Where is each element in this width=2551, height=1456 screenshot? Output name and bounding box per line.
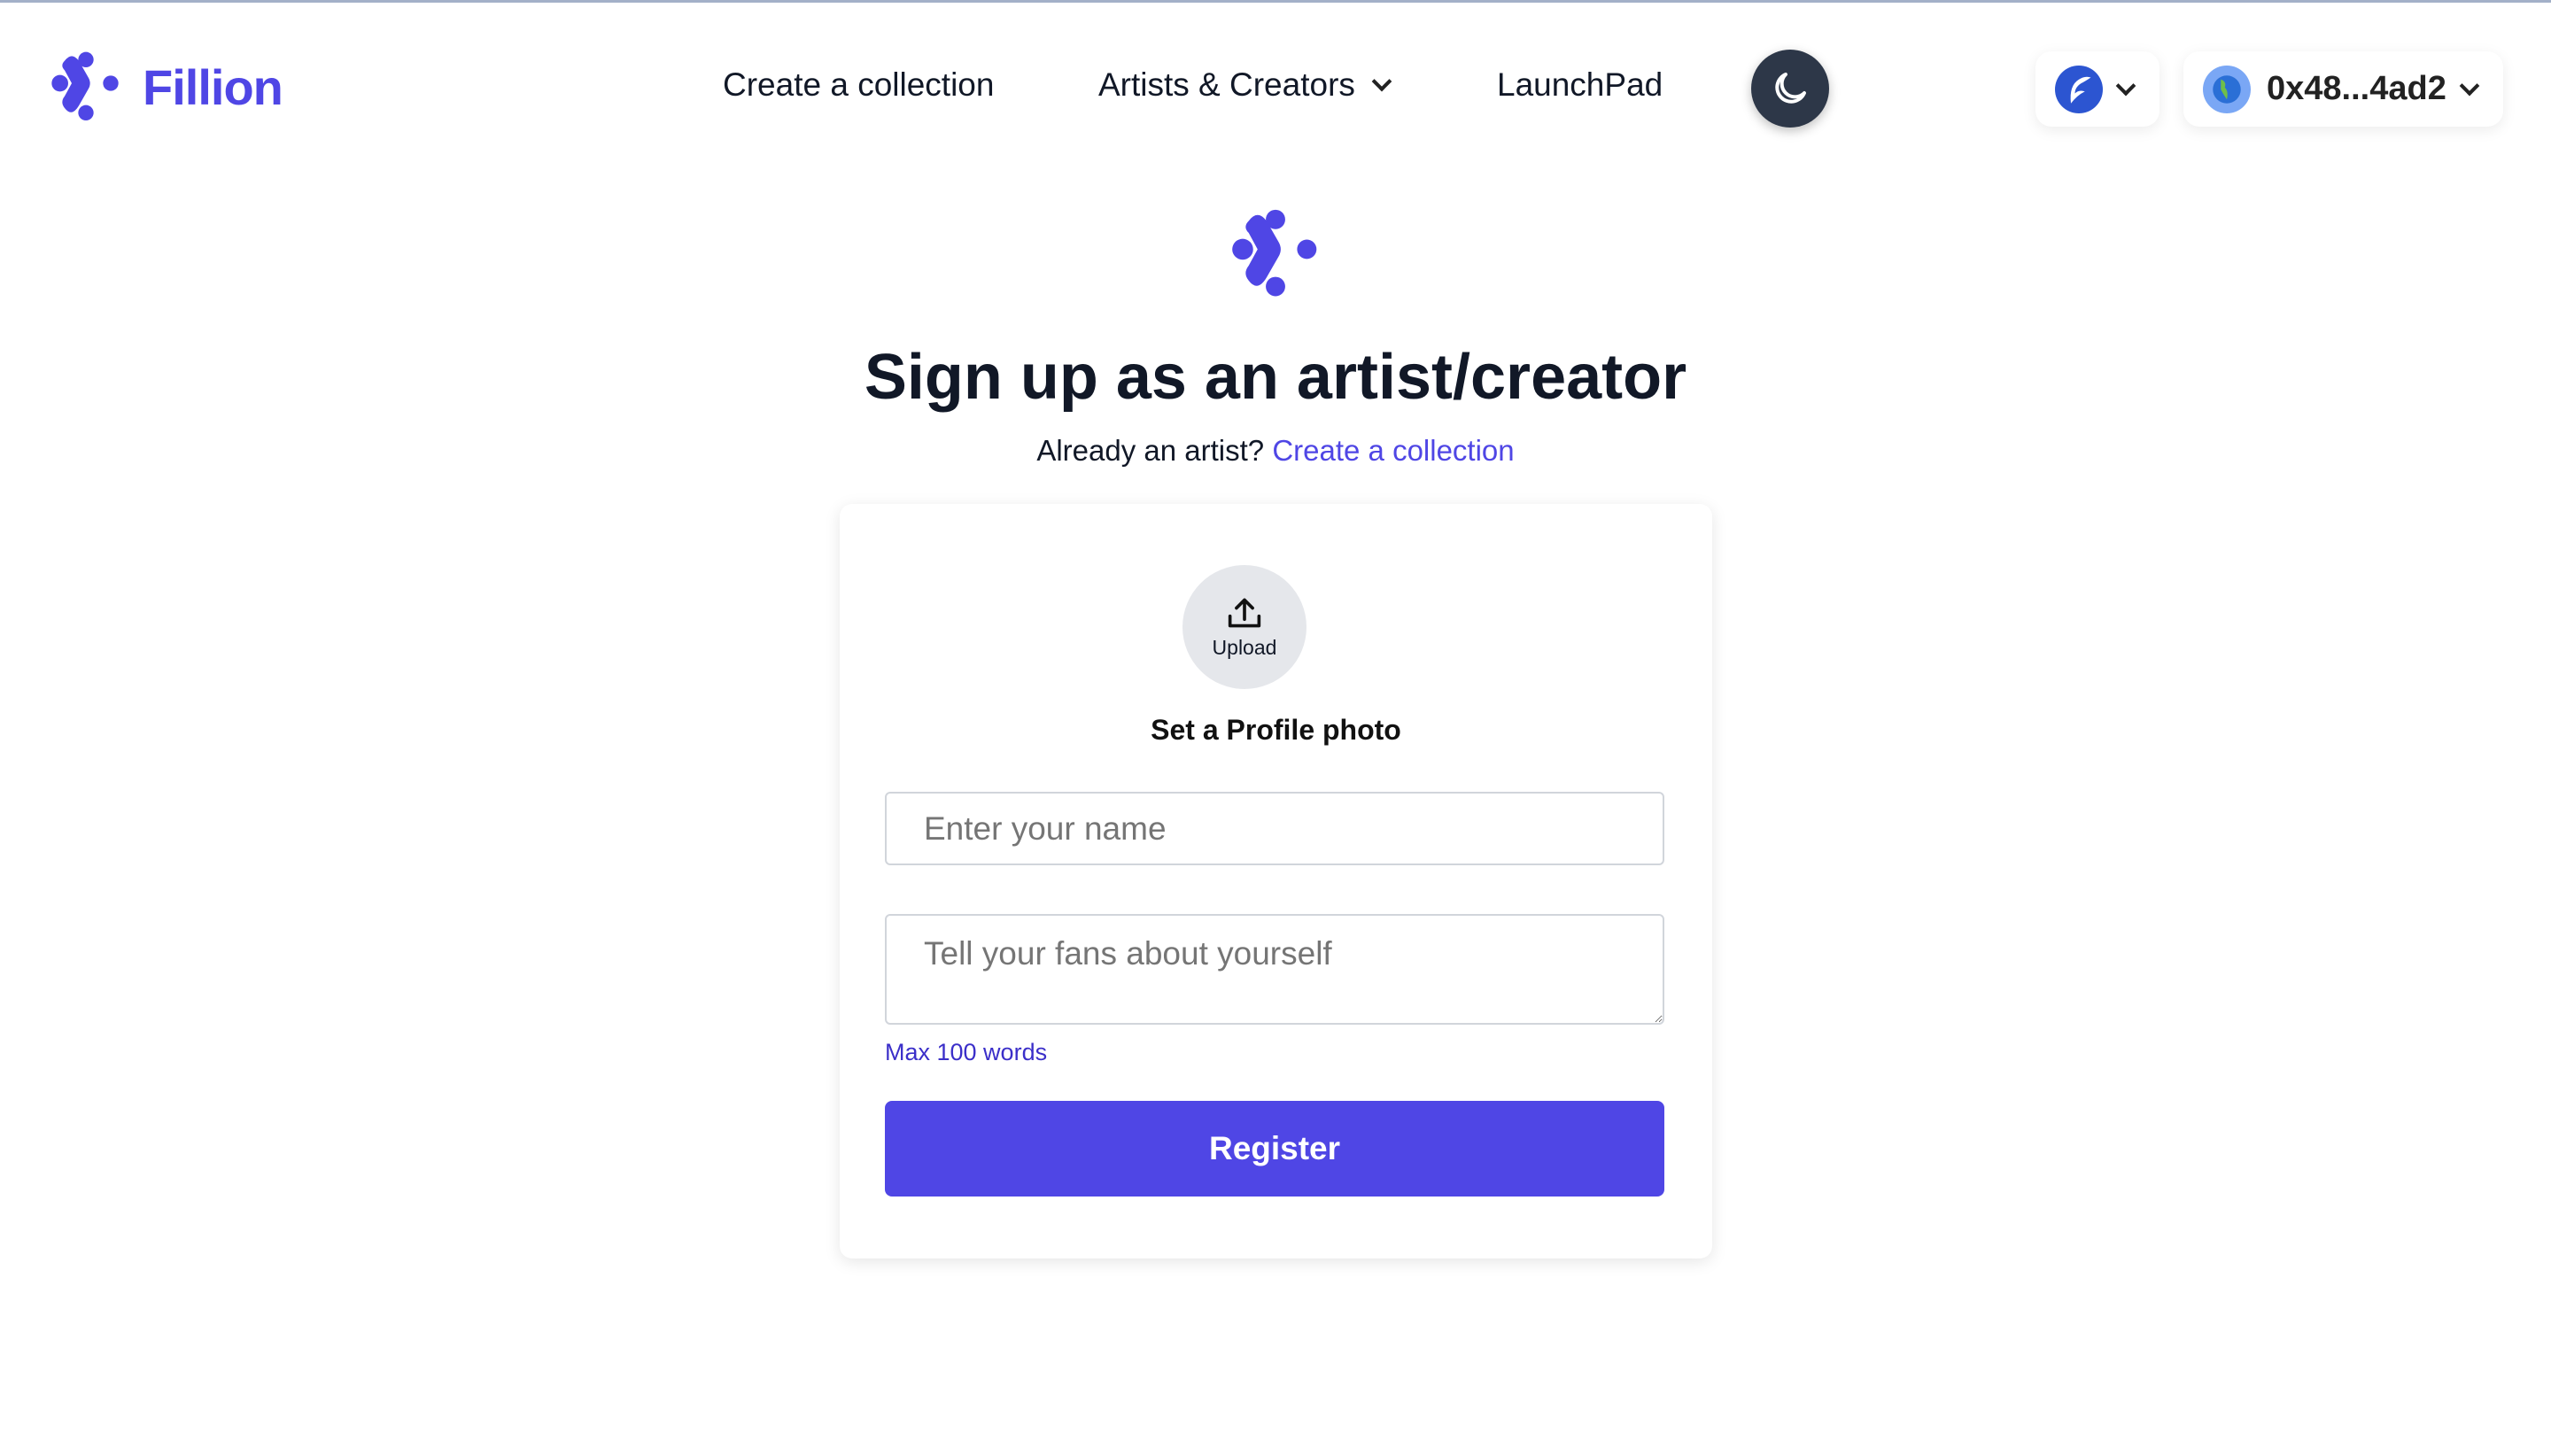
profile-photo-label: Set a Profile photo (1151, 714, 1401, 746)
create-collection-link[interactable]: Create a collection (1272, 434, 1514, 467)
bio-hint: Max 100 words (885, 1039, 1048, 1065)
chevron-down-icon (2115, 75, 2136, 96)
register-button[interactable]: Register (885, 1101, 1664, 1197)
globe-avatar-icon (2203, 65, 2251, 113)
nav-launchpad[interactable]: LaunchPad (1497, 66, 1663, 104)
nav-artists-creators[interactable]: Artists & Creators (1098, 66, 1392, 104)
chevron-down-icon (1371, 71, 1392, 92)
upload-photo-button[interactable]: Upload (1182, 565, 1307, 689)
theme-toggle-button[interactable] (1751, 50, 1829, 128)
brand-name: Fillion (143, 58, 283, 115)
chevron-down-icon (2459, 75, 2480, 96)
brand-logo[interactable]: Fillion (49, 51, 283, 122)
upload-label: Upload (1212, 635, 1277, 659)
nav-label: Artists & Creators (1098, 66, 1355, 103)
page-title: Sign up as an artist/creator (864, 342, 1687, 413)
network-logo-icon (2055, 65, 2103, 113)
wallet-address: 0x48...4ad2 (2267, 70, 2446, 107)
upload-icon (1228, 598, 1261, 627)
network-selector[interactable] (2035, 51, 2159, 127)
fillion-logo-icon (1227, 209, 1324, 298)
name-input[interactable] (885, 792, 1664, 865)
bio-textarea[interactable] (885, 914, 1664, 1025)
nav-create-collection[interactable]: Create a collection (723, 66, 994, 104)
moon-icon (1775, 73, 1806, 104)
subtitle: Already an artist? Create a collection (0, 434, 2551, 468)
subtitle-text: Already an artist? (1036, 434, 1265, 467)
fillion-logo-icon (49, 51, 123, 122)
wallet-button[interactable]: 0x48...4ad2 (2183, 51, 2503, 127)
